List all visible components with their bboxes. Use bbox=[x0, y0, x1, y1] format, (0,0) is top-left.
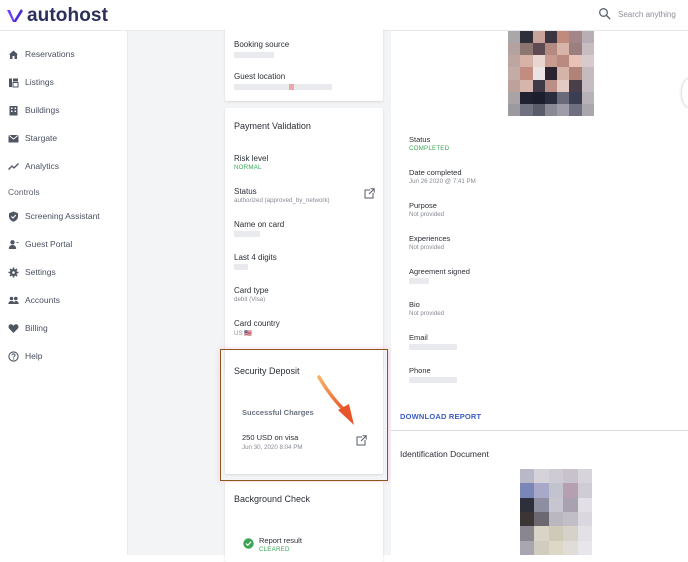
sidebar-item-screening-assistant[interactable]: Screening Assistant bbox=[8, 207, 100, 225]
sidebar-item-label: Reservations bbox=[25, 49, 75, 59]
email-value-redacted bbox=[409, 344, 457, 350]
sidebar-item-reservations[interactable]: Reservations bbox=[8, 45, 75, 63]
sidebar-item-stargate[interactable]: Stargate bbox=[8, 129, 57, 147]
experiences-label: Experiences bbox=[409, 234, 451, 243]
report-result-label: Report result bbox=[259, 536, 302, 545]
agreement-signed-label: Agreement signed bbox=[409, 267, 470, 276]
home-icon bbox=[8, 49, 19, 60]
sidebar-item-guest-portal[interactable]: Guest Portal bbox=[8, 235, 72, 253]
heart-icon bbox=[8, 323, 19, 334]
verification-status-label: Status bbox=[409, 135, 431, 144]
search-icon[interactable] bbox=[598, 7, 612, 21]
name-on-card-value-redacted bbox=[234, 231, 260, 237]
help-icon bbox=[8, 350, 19, 362]
agreement-signed-value-redacted bbox=[409, 278, 429, 284]
purpose-value: Not provided bbox=[409, 211, 445, 218]
card-country-value: US 🇺🇸 bbox=[234, 330, 253, 337]
date-completed-label: Date completed bbox=[409, 168, 462, 177]
sidebar-item-buildings[interactable]: Buildings bbox=[8, 101, 60, 119]
guest-verification-panel: Status COMPLETED Date completed Jun 26 2… bbox=[391, 31, 688, 555]
experiences-value: Not provided bbox=[409, 244, 445, 251]
risk-level-value: NORMAL bbox=[234, 164, 262, 171]
sidebar-item-analytics[interactable]: Analytics bbox=[8, 157, 59, 175]
sidebar-item-label: Help bbox=[25, 351, 43, 361]
booking-source-label: Booking source bbox=[234, 40, 290, 49]
date-completed-value: Jun 26 2020 @ 7:41 PM bbox=[409, 178, 476, 185]
sidebar-item-help[interactable]: Help bbox=[8, 347, 42, 365]
identification-document-title: Identification Document bbox=[400, 449, 489, 459]
annotation-arrow-icon bbox=[317, 375, 354, 425]
purpose-label: Purpose bbox=[409, 201, 437, 210]
sidebar-item-label: Guest Portal bbox=[25, 239, 73, 249]
sidebar-item-billing[interactable]: Billing bbox=[8, 319, 48, 337]
background-check-title: Background Check bbox=[234, 494, 311, 504]
booking-source-value-redacted bbox=[234, 52, 274, 58]
download-report-button[interactable]: DOWNLOAD REPORT bbox=[400, 412, 481, 421]
verification-status-value: COMPLETED bbox=[409, 145, 450, 152]
section-divider bbox=[391, 430, 688, 431]
collapse-panel-handle[interactable] bbox=[682, 79, 688, 107]
last-4-digits-label: Last 4 digits bbox=[234, 253, 277, 262]
phone-value-redacted bbox=[409, 377, 457, 383]
sidebar-item-label: Settings bbox=[25, 267, 56, 277]
guest-photo-redacted bbox=[508, 31, 594, 116]
location-flag-redacted bbox=[289, 84, 294, 90]
id-document-image-redacted bbox=[520, 469, 592, 555]
payment-validation-card: Payment Validation Risk level NORMAL Sta… bbox=[225, 108, 383, 370]
brand-logo[interactable]: autohost bbox=[6, 5, 108, 27]
name-on-card-label: Name on card bbox=[234, 220, 285, 229]
guest-location-value-redacted bbox=[234, 84, 332, 90]
payment-status-value: authorized (approved_by_network) bbox=[234, 197, 330, 204]
card-type-value: debit (Visa) bbox=[234, 296, 266, 303]
card-country-label: Card country bbox=[234, 319, 280, 328]
payment-status-label: Status bbox=[234, 187, 257, 196]
booking-details-card: Booking source Guest location bbox=[225, 27, 383, 101]
report-result-value: CLEARED bbox=[259, 546, 290, 553]
person-icon bbox=[8, 239, 19, 250]
people-icon bbox=[8, 295, 19, 306]
bio-value: Not provided bbox=[409, 310, 445, 317]
sidebar-item-settings[interactable]: Settings bbox=[8, 263, 56, 281]
open-external-icon[interactable] bbox=[364, 188, 375, 199]
sidebar-item-label: Billing bbox=[25, 323, 48, 333]
main-content: Booking source Guest location Payment Va… bbox=[128, 27, 688, 562]
bio-label: Bio bbox=[409, 300, 420, 309]
risk-level-label: Risk level bbox=[234, 154, 269, 163]
sidebar-item-label: Buildings bbox=[25, 105, 60, 115]
check-circle-icon bbox=[243, 538, 254, 549]
listings-icon bbox=[8, 77, 19, 88]
email-label: Email bbox=[409, 333, 428, 342]
sidebar-item-label: Accounts bbox=[25, 295, 60, 305]
last-4-digits-value-redacted bbox=[234, 264, 248, 270]
payment-validation-title: Payment Validation bbox=[234, 121, 311, 131]
sidebar-item-label: Analytics bbox=[25, 161, 60, 171]
sidebar-item-label: Listings bbox=[25, 77, 54, 87]
gear-icon bbox=[8, 267, 19, 278]
shield-icon bbox=[8, 211, 19, 222]
sidebar: Reservations Listings Buildings Stargate… bbox=[0, 31, 128, 555]
sidebar-item-label: Stargate bbox=[25, 133, 58, 143]
search-input[interactable] bbox=[618, 9, 688, 19]
trend-icon bbox=[8, 161, 19, 172]
sidebar-item-label: Screening Assistant bbox=[25, 211, 100, 221]
guest-location-label: Guest location bbox=[234, 72, 286, 81]
sidebar-item-accounts[interactable]: Accounts bbox=[8, 291, 60, 309]
sidebar-item-listings[interactable]: Listings bbox=[8, 73, 54, 91]
mail-icon bbox=[8, 133, 19, 144]
sidebar-section-controls: Controls bbox=[8, 187, 40, 197]
search-bar[interactable] bbox=[598, 7, 688, 21]
phone-label: Phone bbox=[409, 366, 431, 375]
background-check-card: Background Check Report result CLEARED bbox=[225, 482, 383, 562]
building-icon bbox=[8, 105, 19, 116]
card-type-label: Card type bbox=[234, 286, 269, 295]
autohost-logo-icon bbox=[7, 9, 23, 22]
brand-name: autohost bbox=[27, 5, 109, 26]
